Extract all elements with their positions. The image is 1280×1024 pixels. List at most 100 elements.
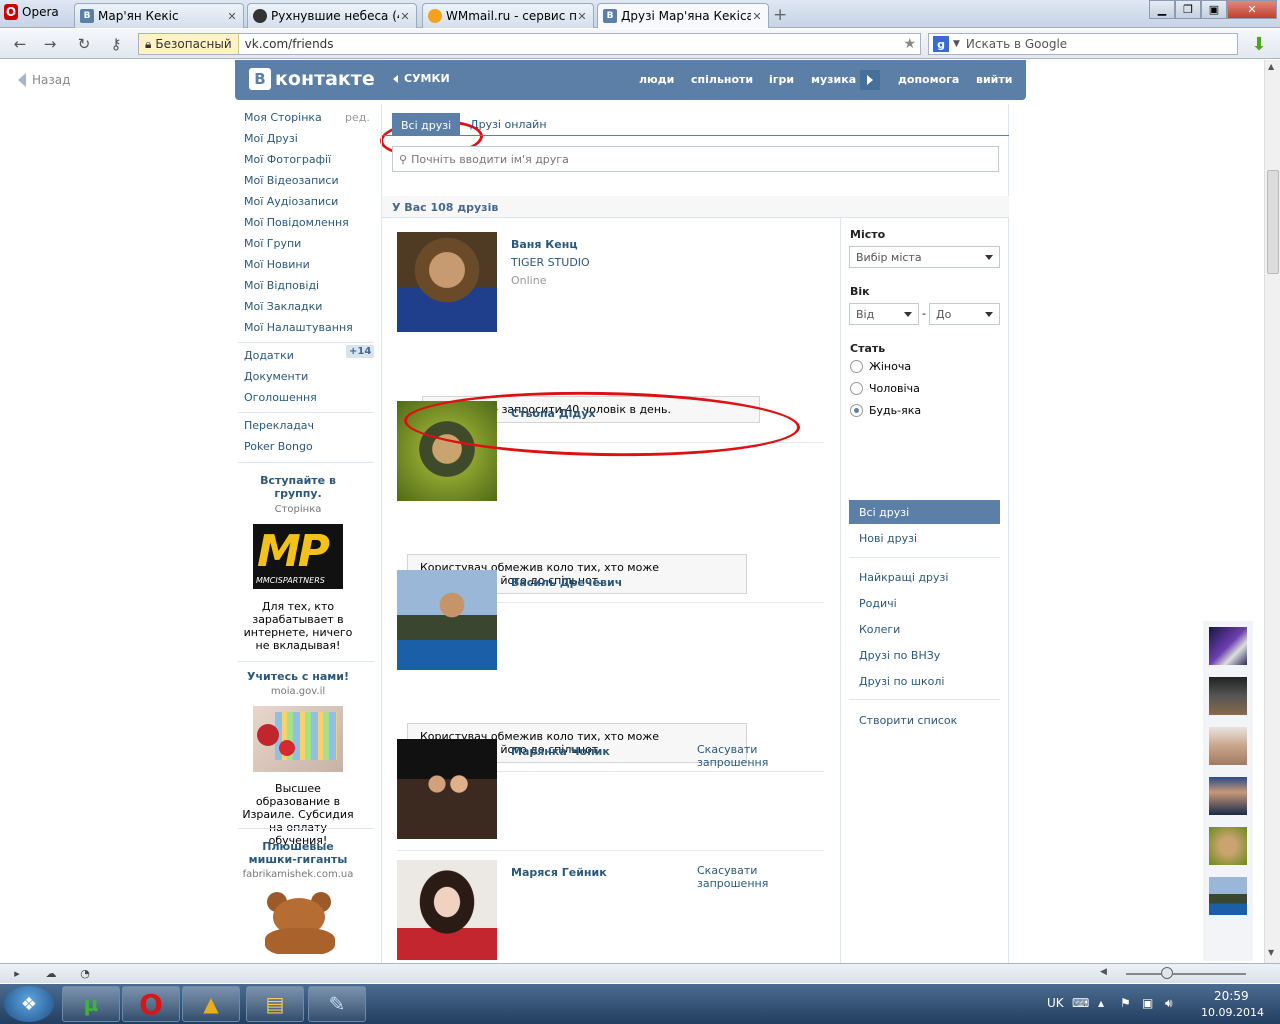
- download-arrow-icon[interactable]: ⬇: [1248, 33, 1270, 55]
- tab-friends-online[interactable]: Друзі онлайн: [470, 118, 547, 131]
- nav-help[interactable]: допомога: [898, 73, 959, 86]
- age-from-select[interactable]: Від: [849, 303, 919, 325]
- menu-translator[interactable]: Перекладач: [244, 419, 314, 432]
- nav-communities[interactable]: спільноти: [691, 73, 753, 86]
- vk-logo[interactable]: B контакте: [249, 68, 375, 90]
- new-tab-plus-icon[interactable]: +: [773, 5, 787, 25]
- ad-title[interactable]: Учитесь с нами!: [238, 670, 358, 683]
- opera-taskbar-icon[interactable]: O: [122, 986, 180, 1022]
- menu-my-videos[interactable]: Мої Відеозаписи: [244, 174, 339, 187]
- scrollbar-thumb[interactable]: [1267, 170, 1279, 274]
- volume-icon[interactable]: 🔊︎: [1165, 996, 1173, 1011]
- nav-logout[interactable]: вийти: [976, 73, 1012, 86]
- back-arrow-icon[interactable]: ←: [10, 34, 30, 54]
- restore-icon[interactable]: ❐: [1175, 0, 1201, 19]
- list-university-friends[interactable]: Друзі по ВНЗу: [859, 649, 940, 662]
- clock-time[interactable]: 20:59: [1214, 989, 1249, 1003]
- zoom-slider-knob[interactable]: [1161, 967, 1173, 979]
- reload-icon[interactable]: ↻: [74, 34, 94, 54]
- list-school-friends[interactable]: Друзі по школі: [859, 675, 944, 688]
- search-field[interactable]: g ▼ Искать в Google: [928, 33, 1238, 55]
- friend-name[interactable]: Марянка Чопик: [511, 745, 610, 758]
- cancel-invite-link[interactable]: Скасувати запрошення: [697, 864, 824, 890]
- tab-4-active[interactable]: B Друзі Мар'яна Кекіса |... ✕: [597, 3, 769, 28]
- scroll-up-icon[interactable]: ▲: [1268, 62, 1274, 71]
- list-colleagues[interactable]: Колеги: [859, 623, 900, 636]
- menu-my-photos[interactable]: Мої Фотографії: [244, 153, 331, 166]
- language-indicator[interactable]: UK: [1047, 996, 1064, 1010]
- menu-my-audio[interactable]: Мої Аудіозаписи: [244, 195, 338, 208]
- ad-title[interactable]: Плюшевые мишки-гиганты: [238, 840, 358, 866]
- scroll-down-icon[interactable]: ▼: [1268, 948, 1274, 957]
- menu-poker-bongo[interactable]: Poker Bongo: [244, 440, 313, 453]
- online-friend-avatar[interactable]: [1209, 627, 1247, 665]
- menu-my-messages[interactable]: Мої Повідомлення: [244, 216, 349, 229]
- ad-mp-logo-image[interactable]: MP MMCISPARTNERS: [253, 524, 343, 589]
- online-friend-avatar[interactable]: [1209, 777, 1247, 815]
- list-best-friends[interactable]: Найкращі друзі: [859, 571, 948, 584]
- minimize-icon[interactable]: ▁: [1149, 0, 1175, 19]
- close-tab-icon[interactable]: ✕: [399, 10, 411, 23]
- close-tab-icon[interactable]: ✕: [751, 10, 763, 23]
- close-tab-icon[interactable]: ✕: [576, 10, 588, 23]
- cloud-icon[interactable]: ☁: [44, 967, 58, 980]
- vertical-scrollbar[interactable]: ▲ ▼: [1264, 60, 1280, 963]
- menu-my-answers[interactable]: Мої Відповіді: [244, 279, 319, 292]
- nav-games[interactable]: ігри: [769, 73, 794, 86]
- forward-arrow-icon[interactable]: →: [40, 34, 60, 54]
- nav-people[interactable]: люди: [639, 73, 674, 86]
- create-list-link[interactable]: Створити список: [859, 714, 957, 727]
- online-friend-avatar[interactable]: [1209, 677, 1247, 715]
- gender-any-radio[interactable]: Будь-яка: [850, 404, 921, 417]
- paint-taskbar-icon[interactable]: ✎: [308, 986, 366, 1022]
- apps-count-badge[interactable]: +14: [346, 345, 375, 358]
- tray-arrow-icon[interactable]: ▴: [1098, 996, 1104, 1010]
- menu-documents[interactable]: Документи: [244, 370, 308, 383]
- chevron-down-icon[interactable]: ▼: [953, 39, 960, 49]
- friend-name[interactable]: Ваня Кенц: [511, 238, 578, 251]
- url-field[interactable]: 🔒︎ Безопасный vk.com/friends ★: [138, 33, 921, 55]
- age-to-select[interactable]: До: [929, 303, 1000, 325]
- utorrent-taskbar-icon[interactable]: µ: [62, 986, 120, 1022]
- friend-name[interactable]: Василь Дречевич: [511, 576, 622, 589]
- tab-3[interactable]: WMmail.ru - сервис п... ✕: [422, 3, 594, 28]
- online-friend-avatar[interactable]: [1209, 827, 1247, 865]
- list-all-friends-selected[interactable]: Всі друзі: [849, 500, 1000, 524]
- menu-my-bookmarks[interactable]: Мої Закладки: [244, 300, 322, 313]
- zoom-slider-track[interactable]: [1126, 973, 1246, 975]
- bookmark-star-icon[interactable]: ★: [903, 36, 920, 52]
- menu-ads[interactable]: Оголошення: [244, 391, 317, 404]
- menu-my-friends[interactable]: Мої Друзі: [244, 132, 298, 145]
- list-relatives[interactable]: Родичі: [859, 597, 897, 610]
- tab-1[interactable]: B Мар'ян Кекіс ✕: [74, 3, 244, 28]
- keyboard-icon[interactable]: ⌨: [1072, 996, 1089, 1010]
- flag-icon[interactable]: ⚑: [1120, 996, 1131, 1010]
- gender-female-radio[interactable]: Жіноча: [850, 360, 911, 373]
- online-friend-avatar[interactable]: [1209, 877, 1247, 915]
- friend-photo[interactable]: [397, 860, 497, 960]
- window-panel-icon[interactable]: ▣: [1201, 0, 1227, 19]
- ad-text[interactable]: Высшее образование в Израиле. Субсидия н…: [238, 782, 358, 847]
- city-select[interactable]: Вибір міста: [849, 246, 1000, 268]
- zoom-left-icon[interactable]: ◀: [1100, 967, 1107, 977]
- ad-education-image[interactable]: [253, 706, 343, 772]
- list-new-friends[interactable]: Нові друзі: [859, 532, 917, 545]
- friend-name[interactable]: Маряся Гейник: [511, 866, 607, 879]
- close-tab-icon[interactable]: ✕: [226, 10, 238, 23]
- nav-music[interactable]: музика: [811, 73, 856, 86]
- windows-start-icon[interactable]: ❖: [4, 986, 54, 1022]
- ad-teddy-bear-image[interactable]: [255, 888, 345, 954]
- friend-subtitle[interactable]: TIGER STUDIO: [511, 256, 590, 269]
- ad-title[interactable]: Вступайте в группу.: [238, 474, 358, 500]
- menu-apps[interactable]: Додатки: [244, 349, 294, 362]
- clock-date[interactable]: 10.09.2014: [1201, 1006, 1264, 1019]
- tab-2[interactable]: Рухнувшие небеса (4 ... ✕: [247, 3, 417, 28]
- ad-text[interactable]: Для тех, кто зарабатывает в интернете, н…: [238, 600, 358, 652]
- menu-my-groups[interactable]: Мої Групи: [244, 237, 301, 250]
- menu-edit-link[interactable]: ред.: [345, 111, 370, 124]
- menu-my-settings[interactable]: Мої Налаштування: [244, 321, 353, 334]
- friend-photo[interactable]: [397, 570, 497, 670]
- security-badge[interactable]: 🔒︎ Безопасный: [139, 34, 239, 54]
- tab-all-friends[interactable]: Всі друзі: [392, 113, 461, 136]
- menu-my-page[interactable]: Моя Сторінка: [244, 111, 322, 124]
